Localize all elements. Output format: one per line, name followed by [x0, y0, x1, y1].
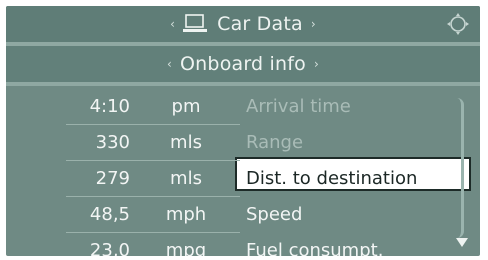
row-divider [66, 124, 240, 125]
header-left-arrow[interactable]: ‹ [170, 17, 175, 31]
car-data-screen: ‹ Car Data › ‹ Onboard info › 4:10 pm Ar… [6, 6, 480, 256]
list-item-value: 330 [95, 132, 130, 153]
list-item-value: 23,0 [89, 240, 130, 256]
list-item-speed[interactable]: 48,5 mph Speed [6, 200, 480, 230]
list-item-label: Dist. to destination [246, 168, 418, 189]
list-item-label: Speed [246, 204, 303, 225]
header-title: Car Data [217, 13, 303, 35]
header-bar: ‹ Car Data › [6, 6, 480, 42]
controller-icon [447, 13, 469, 35]
list-item-value: 48,5 [89, 204, 130, 225]
list-item-value: 279 [95, 168, 130, 189]
list-item-unit: mls [170, 168, 202, 189]
list-item-label: Fuel consumpt. [246, 240, 384, 256]
scrollbar[interactable] [457, 98, 464, 238]
list-item-dist-to-destination[interactable]: 279 mls Dist. to destination [6, 164, 480, 194]
subheader-left-arrow[interactable]: ‹ [167, 57, 172, 71]
list-item-label: Range [246, 132, 304, 153]
subheader-bar: ‹ Onboard info › [6, 46, 480, 82]
subheader-divider [6, 82, 480, 86]
row-divider [66, 196, 240, 197]
scroll-down-icon[interactable] [456, 238, 468, 247]
header-right-arrow[interactable]: › [311, 17, 316, 31]
list-item-range[interactable]: 330 mls Range [6, 128, 480, 158]
list-item-unit: mpg [165, 240, 207, 256]
list-item-unit: pm [171, 96, 201, 117]
row-divider [66, 160, 240, 161]
list-item-label: Arrival time [246, 96, 351, 117]
list-item-fuel-consumption[interactable]: 23,0 mpg Fuel consumpt. [6, 236, 480, 256]
list-item-unit: mls [170, 132, 202, 153]
car-data-icon [183, 14, 208, 32]
subheader-title: Onboard info [180, 53, 306, 75]
row-divider [66, 232, 240, 233]
list-item-value: 4:10 [89, 96, 130, 117]
list-item-arrival-time[interactable]: 4:10 pm Arrival time [6, 92, 480, 122]
subheader-right-arrow[interactable]: › [314, 57, 319, 71]
list-item-unit: mph [165, 204, 207, 225]
